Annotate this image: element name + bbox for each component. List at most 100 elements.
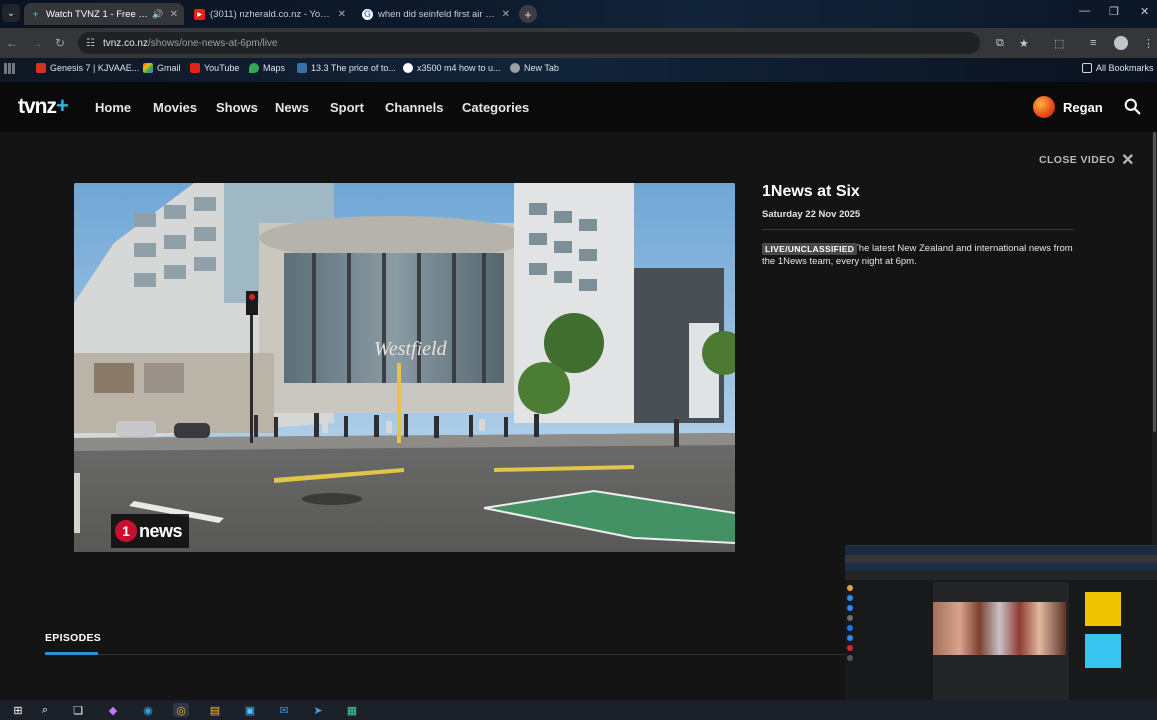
- edge-icon[interactable]: ◉: [140, 703, 156, 717]
- task-view-icon[interactable]: ❏: [70, 703, 86, 717]
- profile-avatar-icon[interactable]: [1033, 96, 1055, 118]
- bookmark-item[interactable]: x3500 m4 how to u...: [403, 63, 501, 73]
- url-host: tvnz.co.nz: [102, 37, 148, 49]
- show-date: Saturday 22 Nov 2025: [762, 209, 861, 220]
- logo-text: tvnz: [18, 95, 57, 118]
- bookmark-item[interactable]: Maps: [249, 63, 285, 73]
- bookmark-item[interactable]: New Tab: [510, 63, 559, 73]
- nav-categories[interactable]: Categories: [462, 100, 529, 115]
- file-explorer-icon[interactable]: ▤: [207, 703, 223, 717]
- logo-plus: +: [56, 93, 69, 118]
- 1news-number-badge: 1: [115, 520, 137, 542]
- tab-title: when did seinfeld first air - G: [378, 8, 496, 20]
- chrome-icon[interactable]: ◎: [173, 703, 189, 717]
- nav-movies[interactable]: Movies: [153, 100, 197, 115]
- tab-youtube[interactable]: ▶ (3011) nzherald.co.nz - YouTube ✕: [188, 3, 352, 25]
- tvnz-plus-logo[interactable]: tvnz+: [18, 93, 69, 119]
- close-video-label: CLOSE VIDEO: [1039, 154, 1116, 166]
- speaker-icon[interactable]: 🔊: [152, 9, 163, 20]
- pip-sidebar-row: [847, 583, 927, 593]
- tab-strip: ⌄ + Watch TVNZ 1 - Free Live T 🔊 ✕ ▶ (30…: [0, 0, 1157, 28]
- pip-site-header: [845, 570, 1157, 580]
- restore-icon[interactable]: ❐: [1109, 5, 1119, 18]
- bookmark-label: 13.3 The price of to...: [311, 63, 396, 73]
- globe-icon: [510, 63, 520, 73]
- store-icon[interactable]: ▣: [242, 703, 258, 717]
- pip-sidebar-row: [847, 633, 927, 643]
- pip-bookmarks-bar: [845, 563, 1157, 570]
- bookmark-red-icon: [36, 63, 46, 73]
- search-icon[interactable]: ⌕: [37, 703, 53, 717]
- google-icon: G: [362, 8, 373, 20]
- active-tab-indicator: [45, 652, 98, 655]
- rating-badge: LIVE/UNCLASSIFIED: [762, 243, 858, 255]
- close-icon[interactable]: ✕: [170, 9, 178, 20]
- video-player[interactable]: Westfield 1 news: [74, 183, 735, 552]
- bookmark-item[interactable]: YouTube: [190, 63, 239, 73]
- pip-post-image: [933, 602, 1066, 655]
- outlook-icon[interactable]: ✉: [276, 703, 292, 717]
- copilot-icon[interactable]: ◆: [105, 703, 121, 717]
- window-close-icon[interactable]: ✕: [1140, 5, 1149, 18]
- youtube-icon: [190, 63, 200, 73]
- 1news-watermark: 1 news: [111, 514, 189, 548]
- pip-right-rail: [1085, 584, 1151, 668]
- tvnz-plus-icon: +: [32, 9, 39, 19]
- bookmarks-bar: Genesis 7 | KJVAAE... Gmail YouTube Maps…: [0, 58, 1157, 82]
- new-tab-button[interactable]: +: [519, 5, 537, 23]
- tab-search-button[interactable]: ⌄: [2, 4, 20, 22]
- pip-sidebar-row: [847, 603, 927, 613]
- maps-icon: [249, 63, 259, 73]
- all-bookmarks-button[interactable]: All Bookmarks: [1082, 63, 1154, 73]
- svg-text:Westfield: Westfield: [374, 338, 448, 360]
- tab-title: Watch TVNZ 1 - Free Live T: [46, 8, 148, 20]
- minimize-icon[interactable]: —: [1079, 5, 1090, 17]
- windows-start-icon[interactable]: ⊞: [10, 703, 26, 717]
- profile-name[interactable]: Regan: [1063, 100, 1103, 115]
- nav-shows[interactable]: Shows: [216, 100, 258, 115]
- youtube-icon: ▶: [194, 8, 205, 20]
- close-icon[interactable]: ✕: [338, 9, 346, 20]
- reload-icon[interactable]: ↻: [55, 36, 65, 50]
- google-icon: [403, 63, 413, 73]
- tab-episodes[interactable]: EPISODES: [45, 632, 101, 644]
- taskbar: ⊞ ⌕ ❏ ◆ ◉ ◎ ▤ ▣ ✉ ➤ ▦: [0, 700, 1157, 720]
- bookmark-item[interactable]: Genesis 7 | KJVAAE...: [36, 63, 139, 73]
- media-icon[interactable]: ≡: [1090, 37, 1096, 49]
- nav-channels[interactable]: Channels: [385, 100, 444, 115]
- tab-google[interactable]: G when did seinfeld first air - G ✕: [356, 3, 516, 25]
- bookmark-label: New Tab: [524, 63, 559, 73]
- video-frame-westfield-street: Westfield: [74, 183, 735, 552]
- close-icon[interactable]: ✕: [502, 9, 510, 20]
- scrollbar-thumb[interactable]: [1153, 132, 1156, 432]
- close-icon: ✕: [1121, 152, 1135, 169]
- extensions-icon[interactable]: ⬚: [1054, 37, 1064, 50]
- kebab-menu-icon[interactable]: ⋮: [1143, 37, 1154, 50]
- search-icon[interactable]: [1124, 98, 1141, 115]
- bookmark-label: Genesis 7 | KJVAAE...: [50, 63, 140, 73]
- bookmark-label: YouTube: [204, 63, 240, 73]
- browser-profile-avatar[interactable]: [1114, 36, 1128, 50]
- pip-promo-card: [1085, 634, 1121, 668]
- pip-sidebar-row: [847, 613, 927, 623]
- app-icon[interactable]: ▦: [344, 703, 360, 717]
- nav-sport[interactable]: Sport: [330, 100, 364, 115]
- cast-icon[interactable]: ⧉: [996, 37, 1004, 50]
- nav-home[interactable]: Home: [95, 100, 131, 115]
- site-info-icon[interactable]: ☷: [86, 38, 95, 49]
- tab-tvnz[interactable]: + Watch TVNZ 1 - Free Live T 🔊 ✕: [24, 3, 184, 25]
- back-icon[interactable]: ←: [6, 36, 18, 50]
- telegram-icon[interactable]: ➤: [310, 703, 326, 717]
- close-video-button[interactable]: CLOSE VIDEO ✕: [1039, 150, 1135, 170]
- url-path: /shows/one-news-at-6pm/live: [148, 37, 278, 49]
- pip-promo-card: [1085, 592, 1121, 626]
- address-bar[interactable]: ☷ tvnz.co.nz/shows/one-news-at-6pm/live: [78, 32, 980, 54]
- apps-grid-icon[interactable]: [4, 63, 15, 74]
- nav-news[interactable]: News: [275, 100, 309, 115]
- forward-icon[interactable]: →: [31, 36, 43, 50]
- bookmark-star-icon[interactable]: ★: [1019, 37, 1029, 50]
- picture-in-picture-window[interactable]: [845, 545, 1157, 720]
- bookmark-label: Gmail: [157, 63, 181, 73]
- bookmark-item[interactable]: 13.3 The price of to...: [297, 63, 396, 73]
- bookmark-item[interactable]: Gmail: [143, 63, 181, 73]
